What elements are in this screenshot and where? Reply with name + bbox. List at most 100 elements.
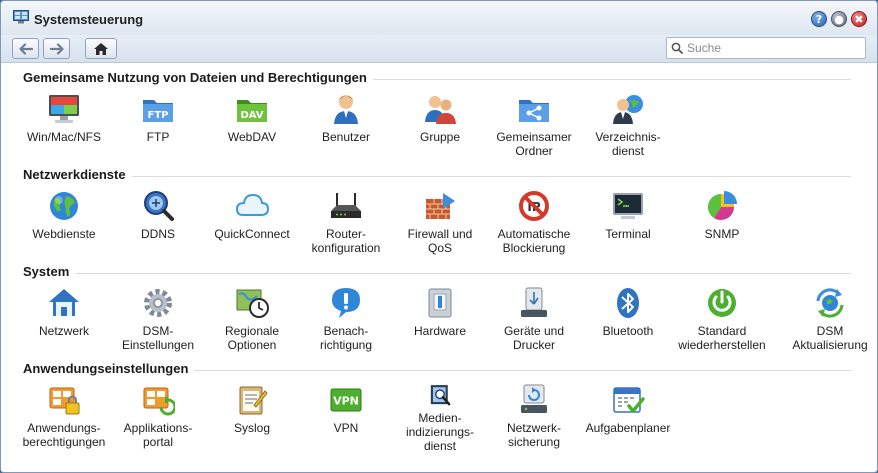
item-dsm-settings[interactable]: DSM- Einstellungen (110, 286, 206, 356)
item-devices-printers[interactable]: Geräte und Drucker (486, 286, 582, 356)
section-title: Anwendungseinstellungen (23, 361, 195, 376)
section-file-sharing: Gemeinsame Nutzung von Dateien und Berec… (1, 64, 877, 161)
globe-icon (50, 192, 78, 220)
item-label: WebDAV (227, 130, 277, 144)
item-router-config[interactable]: Router- konfiguration (298, 189, 394, 259)
block-ip-icon: IP (519, 191, 549, 221)
app-privileges-icon (49, 387, 80, 415)
ftp-folder-icon: FTP (143, 100, 173, 122)
item-restore-defaults[interactable]: Standard wiederherstellen (674, 286, 770, 356)
router-icon (331, 193, 361, 218)
item-syslog[interactable]: Syslog (204, 383, 300, 453)
calendar-icon (613, 387, 645, 413)
home-icon (94, 42, 108, 55)
cloud-icon (235, 193, 269, 216)
dav-folder-icon: DAV (237, 100, 267, 122)
item-application-portal[interactable]: Applikations- portal (110, 383, 206, 453)
item-label: Hardware (413, 324, 467, 338)
section-application-settings: Anwendungseinstellungen Anwendungs- bere… (1, 355, 877, 472)
monitor-icon (49, 95, 79, 123)
item-label: Gruppe (419, 130, 461, 144)
usb-drive-icon (521, 287, 547, 317)
terminal-icon (613, 193, 643, 219)
notification-icon (332, 288, 360, 318)
item-group[interactable]: Gruppe (392, 92, 488, 162)
control-panel-content: Gemeinsame Nutzung von Dateien und Berec… (1, 64, 877, 472)
item-webdav[interactable]: DAV WebDAV (204, 92, 300, 162)
syslog-icon (239, 386, 268, 415)
item-label: Benutzer (321, 130, 371, 144)
item-label: Regionale Optionen (224, 324, 280, 352)
item-label: SNMP (704, 227, 740, 241)
item-user[interactable]: Benutzer (298, 92, 394, 162)
item-label: Geräte und Drucker (503, 324, 565, 352)
power-icon (708, 289, 736, 317)
minimize-button[interactable]: ● (831, 11, 847, 27)
item-shared-folder[interactable]: Gemeinsamer Ordner (486, 92, 582, 162)
shared-folder-icon (519, 100, 549, 122)
item-auto-block[interactable]: IP Automatische Blockierung (486, 189, 582, 259)
search-box[interactable] (666, 37, 866, 59)
svg-text:DAV: DAV (240, 110, 263, 121)
item-network[interactable]: Netzwerk (16, 286, 112, 356)
section-title: Netzwerkdienste (23, 167, 132, 182)
item-firewall-qos[interactable]: Firewall und QoS (392, 189, 488, 259)
item-bluetooth[interactable]: Bluetooth (580, 286, 676, 356)
control-panel-app-icon (13, 10, 29, 24)
item-ddns[interactable]: DDNS (110, 189, 206, 259)
section-title: System (23, 264, 76, 279)
item-label: Netzwerk (38, 324, 89, 338)
gear-icon (144, 289, 172, 317)
search-icon (671, 42, 683, 54)
item-network-backup[interactable]: Netzwerk- sicherung (486, 383, 582, 453)
svg-text:FTP: FTP (148, 110, 169, 121)
search-input[interactable] (687, 41, 857, 55)
directory-service-icon (613, 95, 643, 124)
item-win-mac-nfs[interactable]: Win/Mac/NFS (16, 92, 112, 162)
item-hardware[interactable]: Hardware (392, 286, 488, 356)
item-directory-service[interactable]: Verzeichnis- dienst (580, 92, 676, 162)
close-button[interactable]: ✖ (851, 11, 867, 27)
forward-button[interactable] (43, 38, 70, 59)
app-portal-icon (143, 387, 175, 416)
item-ftp[interactable]: FTP FTP (110, 92, 206, 162)
arrow-right-icon (49, 42, 64, 55)
item-notification[interactable]: Benach- richtigung (298, 286, 394, 356)
arrow-left-icon (18, 42, 33, 55)
item-label: Anwendungs- berechtigungen (22, 421, 106, 449)
item-terminal[interactable]: Terminal (580, 189, 676, 259)
back-button[interactable] (12, 38, 39, 59)
item-vpn[interactable]: VPN VPN (298, 383, 394, 453)
home-button[interactable] (85, 38, 117, 59)
item-regional-options[interactable]: Regionale Optionen (204, 286, 300, 356)
toolbar (1, 35, 877, 63)
map-clock-icon (236, 289, 269, 318)
item-label: Gemeinsamer Ordner (496, 130, 572, 158)
item-label: FTP (146, 130, 170, 144)
item-label: DDNS (140, 227, 175, 241)
item-snmp[interactable]: SNMP (674, 189, 770, 259)
item-label: Netzwerk- sicherung (506, 421, 561, 449)
section-divider (23, 273, 851, 274)
firewall-icon (426, 193, 455, 219)
item-label: Firewall und QoS (407, 227, 473, 255)
item-label: Router- konfiguration (311, 227, 381, 255)
item-media-indexing[interactable]: Medien- indizierungs- dienst (392, 383, 488, 453)
window-title: Systemsteuerung (34, 12, 144, 27)
item-task-scheduler[interactable]: Aufgabenplaner (580, 383, 676, 453)
title-bar[interactable]: Systemsteuerung ? ● ✖ (1, 1, 877, 35)
item-label: Standard wiederherstellen (678, 324, 766, 352)
item-label: QuickConnect (214, 227, 290, 241)
item-application-privileges[interactable]: Anwendungs- berechtigungen (16, 383, 112, 453)
vpn-icon: VPN (330, 388, 362, 412)
help-button[interactable]: ? (811, 11, 827, 27)
section-network-services: Netzwerkdienste Webdienste DDNS QuickCon… (1, 161, 877, 258)
group-icon (425, 96, 456, 124)
control-panel-window: Systemsteuerung ? ● ✖ Suche Gemeinsame N… (0, 0, 878, 473)
item-label: Aufgabenplaner (585, 421, 671, 435)
user-icon (334, 95, 358, 124)
item-web-services[interactable]: Webdienste (16, 189, 112, 259)
item-quickconnect[interactable]: QuickConnect (204, 189, 300, 259)
item-dsm-update[interactable]: DSM Aktualisierung (782, 286, 877, 356)
ddns-magnifier-icon (144, 191, 174, 221)
